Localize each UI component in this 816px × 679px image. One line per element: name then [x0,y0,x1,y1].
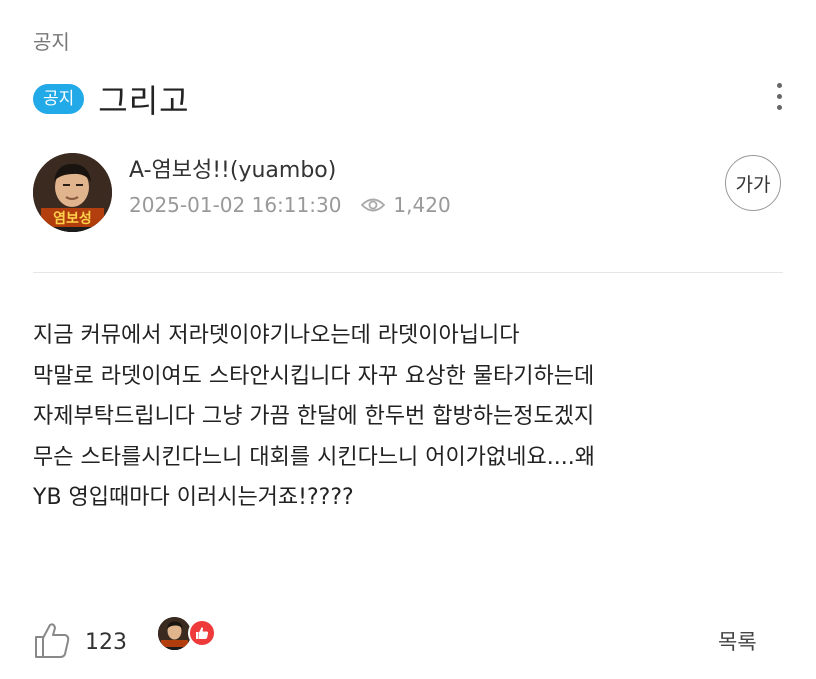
body-line: 자제부탁드립니다 그냥 가끔 한달에 한두번 합방하는정도겠지 [33,404,595,429]
reactor-avatar [158,617,191,650]
avatar-caption: 염보성 [53,211,92,227]
divider [33,272,783,273]
post-meta: 2025-01-02 16:11:30 1,420 [129,193,451,217]
post-title: 그리고 [98,82,190,120]
reactors[interactable] [158,615,228,655]
author-name[interactable]: A-염보성!!(yuambo) [129,152,336,184]
thumbs-up-icon [33,620,73,664]
eye-icon [361,196,386,214]
more-options-icon[interactable] [769,83,789,113]
list-button[interactable]: 목록 [718,626,757,656]
category-label: 공지 [33,30,70,54]
view-count: 1,420 [393,193,451,217]
like-button[interactable]: 123 [33,620,127,664]
post-date: 2025-01-02 16:11:30 [129,193,342,217]
title-row: 공지 그리고 [33,76,190,122]
font-size-button[interactable]: 가가 [725,155,781,211]
body-line: 막말로 라뎃이여도 스타안시킵니다 자꾸 요상한 물타기하는데 [33,363,595,389]
notice-badge: 공지 [33,84,85,114]
body-line: 지금 커뮤에서 저라뎃이야기나오는데 라뎃이아닙니다 [33,323,520,348]
reaction-like-icon [188,619,216,647]
like-count: 123 [85,629,127,655]
body-line: 무슨 스타를시킨다느니 대회를 시킨다느니 어이가없네요....왜 [33,444,595,470]
body-line: YB 영입때마다 이러시는거죠!???? [33,485,354,510]
post-body: 지금 커뮤에서 저라뎃이야기나오는데 라뎃이아닙니다 막말로 라뎃이여도 스타안… [33,316,793,519]
author-avatar[interactable]: 염보성 [33,153,112,232]
